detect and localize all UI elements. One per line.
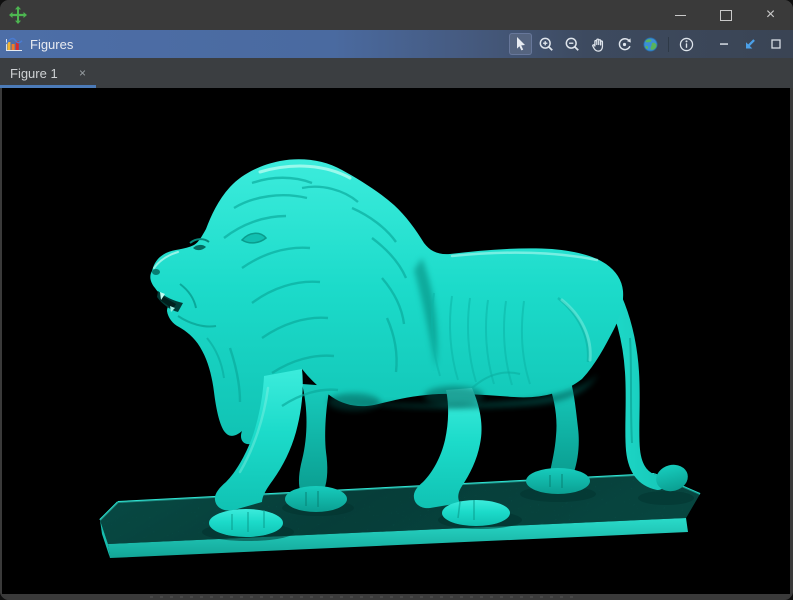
figures-panel-titlebar: Figures — [0, 30, 793, 58]
zoom-out-icon — [564, 36, 581, 53]
move-window-icon — [8, 5, 28, 25]
zoom-in-icon — [538, 36, 555, 53]
window-title-bar[interactable]: × — [0, 0, 793, 30]
lion-tail — [608, 284, 691, 494]
tab-label: Figure 1 — [10, 66, 58, 81]
undock-square-icon — [768, 36, 784, 52]
figures-panel-title: Figures — [30, 37, 73, 52]
lion-3d-render — [2, 88, 790, 594]
close-icon: × — [766, 7, 775, 23]
rotate-3d-tool-button[interactable] — [613, 33, 636, 55]
window-bottom-edge[interactable] — [0, 594, 793, 600]
hand-icon — [590, 36, 607, 53]
tab-close-icon[interactable]: × — [79, 67, 86, 79]
dock-arrow-icon — [742, 36, 758, 52]
zoom-in-tool-button[interactable] — [535, 33, 558, 55]
pointer-tool-button[interactable] — [509, 33, 532, 55]
pointer-icon — [513, 36, 529, 52]
figures-app-icon — [5, 36, 23, 52]
figures-toolbar — [509, 33, 787, 55]
rotate-icon — [616, 36, 633, 53]
minimize-icon — [675, 15, 686, 16]
resize-grip-marks — [150, 596, 580, 598]
info-tool-button[interactable] — [675, 33, 698, 55]
minimize-panel-icon — [716, 36, 732, 52]
maximize-icon — [720, 10, 732, 21]
minimize-panel-button[interactable] — [712, 33, 735, 55]
maximize-button[interactable] — [703, 0, 748, 30]
figures-window: × Figures — [0, 0, 793, 600]
figure-tab-bar: Figure 1 × — [0, 58, 793, 88]
tab-figure-1[interactable]: Figure 1 × — [0, 58, 96, 88]
undock-panel-button[interactable] — [764, 33, 787, 55]
statue-base — [100, 474, 700, 558]
dock-figure-button[interactable] — [738, 33, 761, 55]
pan-tool-button[interactable] — [587, 33, 610, 55]
globe-icon — [642, 36, 659, 53]
close-button[interactable]: × — [748, 0, 793, 30]
toolbar-separator — [668, 37, 669, 52]
active-tab-underline — [0, 85, 96, 88]
zoom-out-tool-button[interactable] — [561, 33, 584, 55]
figure-canvas-frame — [0, 88, 793, 594]
figure-axes-canvas[interactable] — [2, 88, 790, 594]
info-icon — [678, 36, 695, 53]
minimize-button[interactable] — [658, 0, 703, 30]
window-controls: × — [658, 0, 793, 30]
globe-tool-button[interactable] — [639, 33, 662, 55]
